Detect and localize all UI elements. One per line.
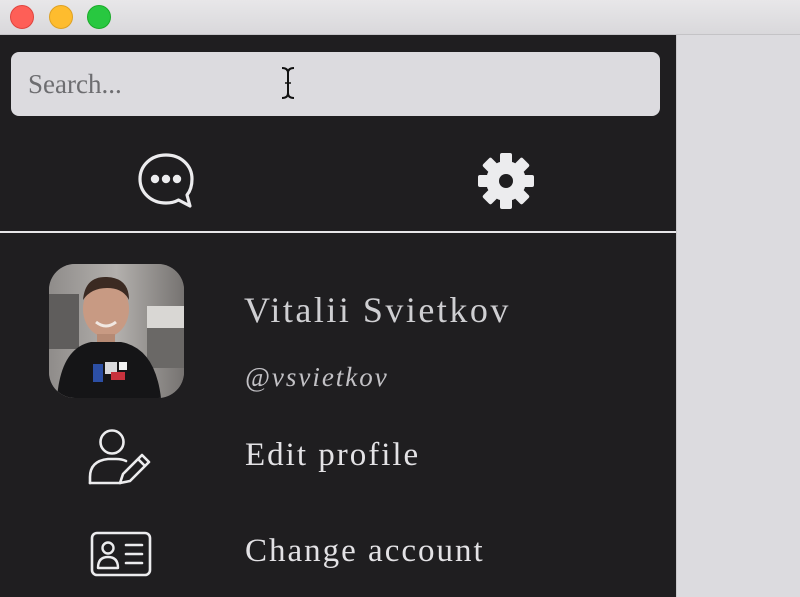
avatar[interactable] (49, 264, 184, 398)
menu-item-label: Change account (245, 533, 485, 569)
text-cursor-icon (281, 67, 295, 99)
menu-item-change-account[interactable]: Change account (0, 513, 676, 593)
gear-icon (478, 153, 534, 209)
menu-item-label: Edit profile (245, 437, 421, 473)
profile-name: Vitalii Svietkov (244, 290, 511, 330)
avatar-photo (49, 264, 184, 398)
chats-button[interactable] (134, 149, 198, 213)
search-input[interactable] (11, 52, 660, 116)
title-bar (0, 0, 800, 35)
search-bar[interactable] (11, 52, 660, 116)
close-window-button[interactable] (10, 5, 34, 29)
id-card-icon (90, 531, 152, 577)
profile-handle: @vsvietkov (245, 362, 389, 392)
menu-item-edit-profile[interactable]: Edit profile (0, 417, 676, 497)
sidebar-toolbar (0, 135, 676, 231)
settings-button[interactable] (474, 149, 538, 213)
toolbar-divider (0, 231, 676, 233)
edit-user-icon (88, 429, 151, 485)
app-window: Vitalii Svietkov @vsvietkov Edit profile… (0, 0, 800, 597)
content-pane (676, 35, 800, 597)
minimize-window-button[interactable] (49, 5, 73, 29)
chat-bubble-ellipsis-icon (138, 153, 194, 208)
sidebar: Vitalii Svietkov @vsvietkov Edit profile… (0, 35, 676, 597)
maximize-window-button[interactable] (87, 5, 111, 29)
